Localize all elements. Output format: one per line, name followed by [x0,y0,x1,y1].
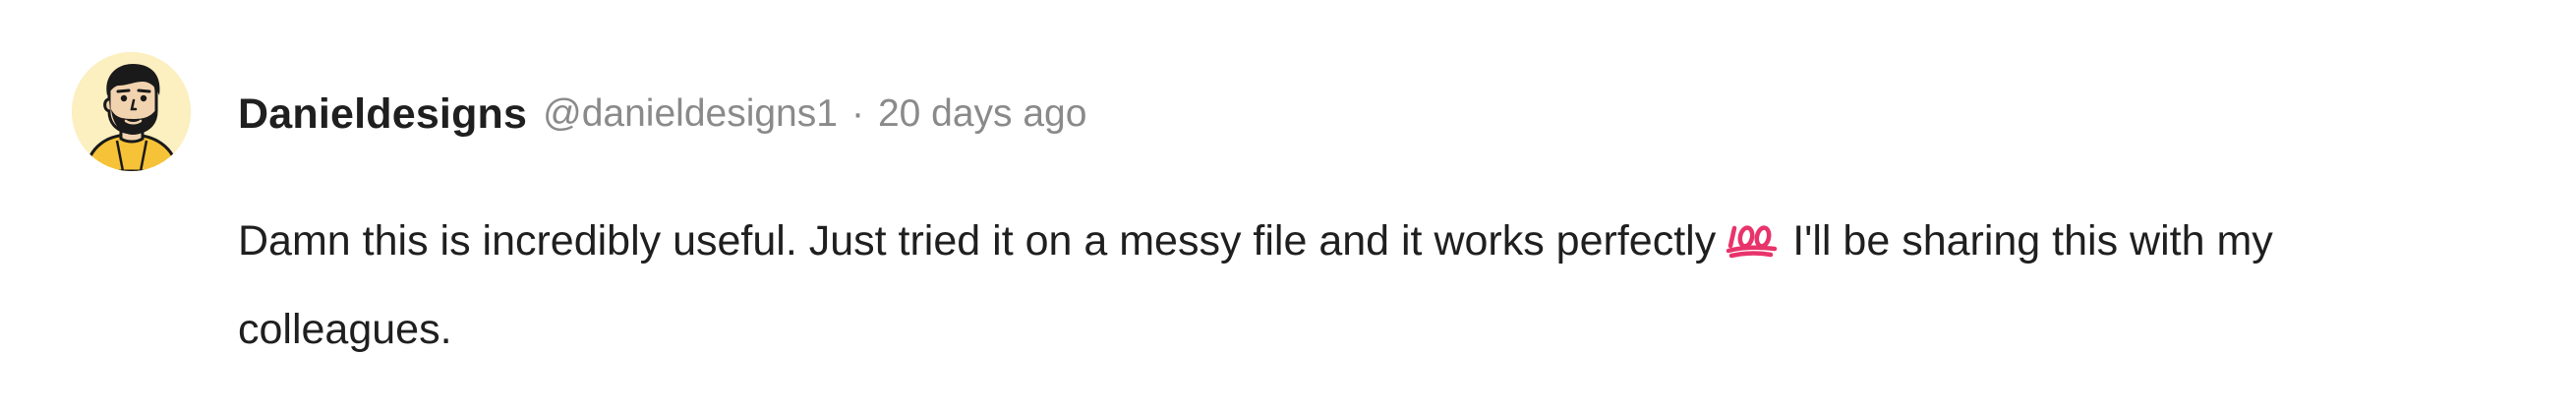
comment-header: Danieldesigns @danieldesigns1 · 20 days … [238,83,1086,146]
hundred-points-icon [1726,219,1779,259]
meta-separator: · [850,92,864,135]
comment-text-part-1: Damn this is incredibly useful. Just tri… [238,217,1717,265]
author-name[interactable]: Danieldesigns [238,90,527,139]
comment-body: Damn this is incredibly useful. Just tri… [238,197,2460,374]
comment-card: Danieldesigns @danieldesigns1 · 20 days … [0,0,2576,413]
user-avatar-icon [72,52,191,171]
avatar[interactable] [72,52,191,171]
comment-timestamp[interactable]: 20 days ago [878,92,1087,136]
author-handle[interactable]: @danieldesigns1 [543,92,838,136]
